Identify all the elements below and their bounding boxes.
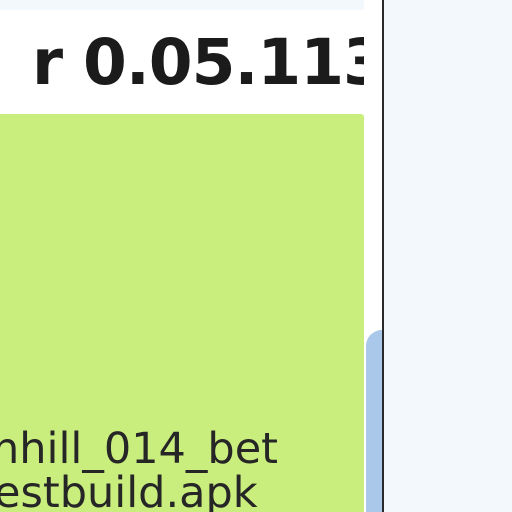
scrollbar-thumb[interactable] <box>366 330 382 512</box>
apk-file-name-line-1: nhill_014_bet <box>0 427 279 474</box>
apk-file-card[interactable]: nhill_014_bet estbuild.apk <box>0 114 364 512</box>
apk-file-name: nhill_014_bet estbuild.apk <box>0 427 364 512</box>
apk-file-name-line-2: estbuild.apk <box>0 468 258 512</box>
panel-top-strip <box>0 0 382 10</box>
window-backdrop <box>384 0 512 512</box>
build-details-panel: r 0.05.1137 nhill_014_bet estbuild.apk <box>0 0 382 512</box>
version-title: r 0.05.1137 <box>32 26 382 99</box>
